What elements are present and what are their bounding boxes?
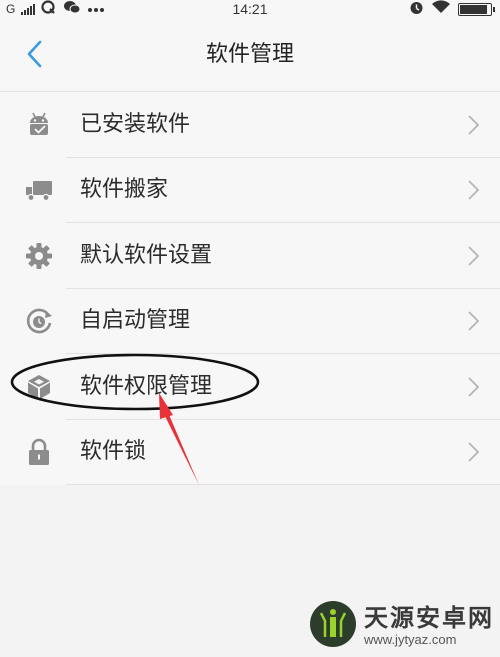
menu-item-app-lock[interactable]: 软件锁 xyxy=(0,420,500,485)
android-check-icon xyxy=(24,110,54,140)
watermark: 天源安卓网 www.jytyaz.com xyxy=(308,601,494,651)
menu-item-app-move[interactable]: 软件搬家 xyxy=(0,158,500,223)
auto-start-icon xyxy=(24,306,54,336)
watermark-url: www.jytyaz.com xyxy=(364,632,457,647)
divider xyxy=(66,484,500,485)
chevron-right-icon xyxy=(466,245,480,267)
gear-icon xyxy=(24,241,54,271)
truck-icon xyxy=(24,175,54,205)
menu-item-app-permissions[interactable]: 软件权限管理 xyxy=(0,354,500,420)
chevron-right-icon xyxy=(466,376,480,398)
status-bar-right xyxy=(409,0,495,19)
lock-icon xyxy=(24,437,54,467)
wifi-icon xyxy=(431,0,451,18)
menu-item-autostart[interactable]: 自启动管理 xyxy=(0,289,500,354)
watermark-logo xyxy=(308,599,358,653)
watermark-title: 天源安卓网 xyxy=(364,604,494,632)
alarm-icon xyxy=(409,0,424,19)
chevron-right-icon xyxy=(466,114,480,136)
menu-item-label: 默认软件设置 xyxy=(80,242,213,268)
chevron-right-icon xyxy=(466,179,480,201)
menu-item-default-apps[interactable]: 默认软件设置 xyxy=(0,223,500,289)
menu-item-label: 软件锁 xyxy=(80,439,147,465)
status-bar: G 14:21 xyxy=(0,0,500,18)
menu-item-label: 软件搬家 xyxy=(80,177,169,203)
chevron-right-icon xyxy=(466,310,480,332)
menu-item-label: 已安装软件 xyxy=(80,111,191,137)
cube-permission-icon xyxy=(24,372,54,402)
chevron-right-icon xyxy=(466,441,480,463)
menu-item-label: 软件权限管理 xyxy=(80,373,213,399)
menu-item-label: 自启动管理 xyxy=(80,308,191,334)
battery-icon xyxy=(458,2,495,16)
menu-item-installed-apps[interactable]: 已安装软件 xyxy=(0,92,500,158)
watermark-text: 天源安卓网 www.jytyaz.com xyxy=(364,604,494,648)
battery-fill xyxy=(460,4,487,14)
menu-list: 已安装软件 软件搬家 默认软件设置 自启动管理 软件权限管理 软件锁 xyxy=(0,92,500,485)
page-title: 软件管理 xyxy=(205,42,294,67)
nav-bar: 软件管理 xyxy=(0,18,500,92)
